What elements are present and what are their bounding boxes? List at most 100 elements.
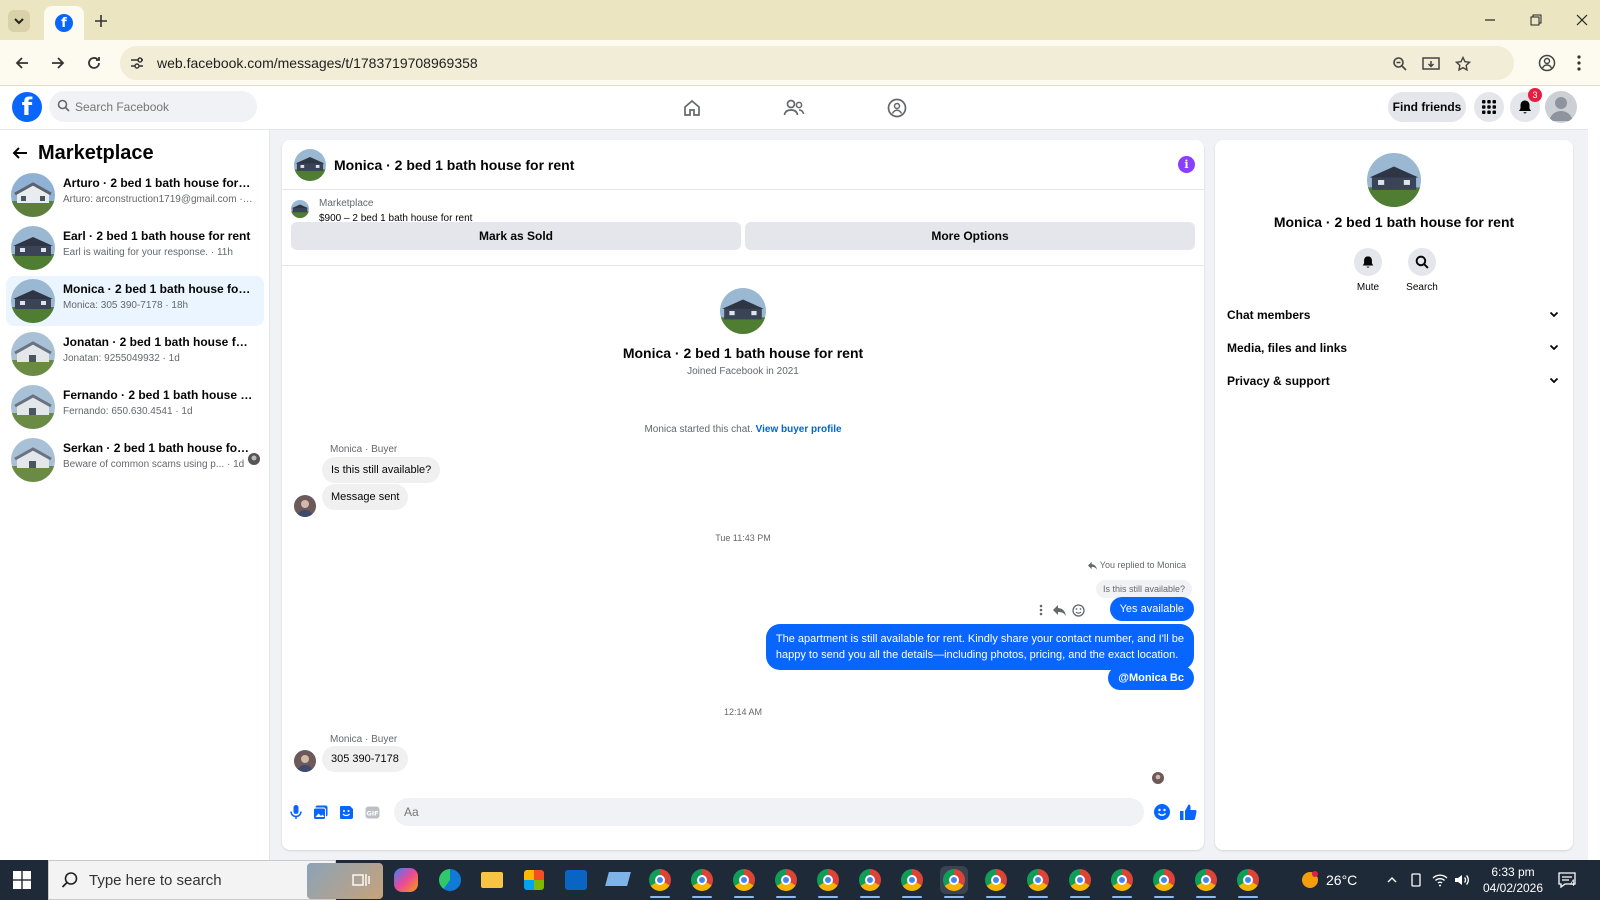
notification-count: 4: [1570, 878, 1576, 888]
emoji-icon[interactable]: [1154, 804, 1170, 820]
taskbar-search-box[interactable]: Type here to search: [48, 860, 383, 900]
react-emoji-icon[interactable]: [1071, 603, 1085, 617]
wifi-icon[interactable]: [1432, 872, 1448, 888]
sticker-icon[interactable]: [338, 804, 354, 820]
chrome-app-icon[interactable]: [688, 866, 716, 898]
chevron-up-icon[interactable]: [1384, 872, 1400, 888]
pinned-app-icon[interactable]: [604, 866, 632, 894]
profile-avatar-button[interactable]: [1545, 91, 1577, 123]
menu-grid-button[interactable]: [1474, 92, 1504, 122]
store-app-icon[interactable]: [520, 866, 548, 894]
incoming-message[interactable]: 305 390-7178: [322, 746, 408, 772]
install-app-icon[interactable]: [1421, 54, 1441, 74]
gif-icon[interactable]: GIF: [364, 804, 380, 820]
replied-quote[interactable]: Is this still available?: [1095, 580, 1192, 598]
mark-as-sold-button[interactable]: Mark as Sold: [291, 222, 741, 250]
address-bar[interactable]: web.facebook.com/messages/t/178371970896…: [120, 46, 1514, 80]
microphone-icon[interactable]: [288, 804, 304, 820]
outgoing-message-long[interactable]: The apartment is still available for ren…: [765, 624, 1194, 670]
site-info-icon[interactable]: [128, 54, 146, 72]
thumbs-up-icon[interactable]: [1178, 802, 1198, 822]
buyer-avatar[interactable]: [294, 495, 316, 517]
chat-members-row[interactable]: Chat members: [1227, 301, 1563, 329]
conversation-item[interactable]: Earl · 2 bed 1 bath house for rent Earl …: [6, 223, 264, 273]
minimize-button[interactable]: [1478, 10, 1502, 30]
facebook-search-input[interactable]: [75, 97, 250, 117]
chrome-app-icon[interactable]: [982, 866, 1010, 898]
tab-search-button[interactable]: [8, 10, 30, 32]
search-conversation-button[interactable]: Search: [1397, 248, 1447, 293]
windows-start-icon[interactable]: [12, 870, 32, 890]
chrome-app-icon[interactable]: [646, 866, 674, 898]
user-avatar-icon: [1549, 97, 1573, 121]
chrome-app-icon[interactable]: [814, 866, 842, 898]
outgoing-message[interactable]: Yes available: [1109, 597, 1194, 621]
view-buyer-profile-link[interactable]: View buyer profile: [756, 424, 842, 435]
reload-button[interactable]: [83, 52, 105, 74]
browser-tab-facebook[interactable]: f: [44, 6, 84, 40]
chrome-app-icon[interactable]: [898, 866, 926, 898]
chrome-app-icon[interactable]: [772, 866, 800, 898]
chrome-app-icon-active[interactable]: [940, 866, 968, 898]
chat-title[interactable]: Monica · 2 bed 1 bath house for rent: [334, 157, 574, 173]
house-thumbnail: [11, 438, 55, 482]
chrome-app-icon[interactable]: [856, 866, 884, 898]
system-clock[interactable]: 6:33 pm 04/02/2026: [1478, 864, 1548, 896]
forward-button[interactable]: [47, 52, 69, 74]
chat-house-thumbnail[interactable]: [294, 149, 326, 181]
friends-nav-button[interactable]: [782, 96, 806, 120]
home-nav-button[interactable]: [680, 96, 704, 120]
restore-button[interactable]: [1524, 10, 1548, 30]
conversation-item-active[interactable]: Monica · 2 bed 1 bath house for rent Mon…: [6, 276, 264, 326]
weather-widget[interactable]: 26°C: [1300, 870, 1357, 890]
zoom-icon[interactable]: [1390, 54, 1410, 74]
privacy-support-row[interactable]: Privacy & support: [1227, 367, 1563, 395]
chrome-app-icon[interactable]: [1234, 866, 1262, 898]
groups-nav-button[interactable]: [885, 96, 909, 120]
back-button[interactable]: [11, 52, 33, 74]
profile-account-button[interactable]: [1536, 52, 1558, 74]
task-view-icon[interactable]: [347, 866, 375, 894]
mute-button[interactable]: Mute: [1343, 248, 1393, 293]
new-tab-button[interactable]: [90, 10, 112, 32]
info-icon[interactable]: i: [1178, 156, 1195, 173]
file-explorer-app-icon[interactable]: [478, 866, 506, 894]
house-thumbnail: [11, 385, 55, 429]
facebook-logo-icon[interactable]: f: [12, 92, 42, 122]
conversation-preview: Earl is waiting for your response. · 11h: [63, 247, 233, 258]
more-actions-icon[interactable]: [1034, 603, 1048, 617]
outlook-app-icon[interactable]: [562, 866, 590, 894]
back-arrow-icon[interactable]: [12, 145, 28, 161]
photo-icon[interactable]: [312, 804, 328, 820]
volume-icon[interactable]: [1454, 872, 1470, 888]
device-icon[interactable]: [1408, 872, 1424, 888]
search-label: Search: [1406, 282, 1438, 293]
conversation-item[interactable]: Arturo · 2 bed 1 bath house for rent Art…: [6, 170, 264, 220]
facebook-search[interactable]: [49, 91, 257, 122]
chrome-app-icon[interactable]: [1024, 866, 1052, 898]
outgoing-mention-message[interactable]: @Monica Bc: [1108, 666, 1194, 690]
find-friends-button[interactable]: Find friends: [1388, 92, 1466, 122]
chrome-app-icon[interactable]: [730, 866, 758, 898]
outgoing-message-line: The apartment is still available for ren…: [775, 633, 1184, 645]
conversation-item[interactable]: Serkan · 2 bed 1 bath house for ... Bewa…: [6, 435, 264, 485]
chrome-app-icon[interactable]: [1150, 866, 1178, 898]
close-window-button[interactable]: [1570, 10, 1594, 30]
incoming-message[interactable]: Message sent: [322, 484, 409, 510]
browser-menu-button[interactable]: [1568, 52, 1590, 74]
reply-icon[interactable]: [1052, 603, 1066, 617]
edge-app-icon[interactable]: [436, 866, 464, 894]
page-scrollbar[interactable]: [1588, 86, 1600, 860]
message-input[interactable]: [394, 798, 1144, 826]
more-options-button[interactable]: More Options: [745, 222, 1195, 250]
conversation-item[interactable]: Jonatan · 2 bed 1 bath house for re... J…: [6, 329, 264, 379]
incoming-message[interactable]: Is this still available?: [322, 457, 441, 483]
copilot-app-icon[interactable]: [394, 868, 418, 892]
chrome-app-icon[interactable]: [1066, 866, 1094, 898]
conversation-item[interactable]: Fernando · 2 bed 1 bath house for ... Fe…: [6, 382, 264, 432]
bookmark-star-icon[interactable]: [1453, 54, 1473, 74]
buyer-avatar[interactable]: [294, 750, 316, 772]
chrome-app-icon[interactable]: [1192, 866, 1220, 898]
media-files-links-row[interactable]: Media, files and links: [1227, 334, 1563, 362]
chrome-app-icon[interactable]: [1108, 866, 1136, 898]
